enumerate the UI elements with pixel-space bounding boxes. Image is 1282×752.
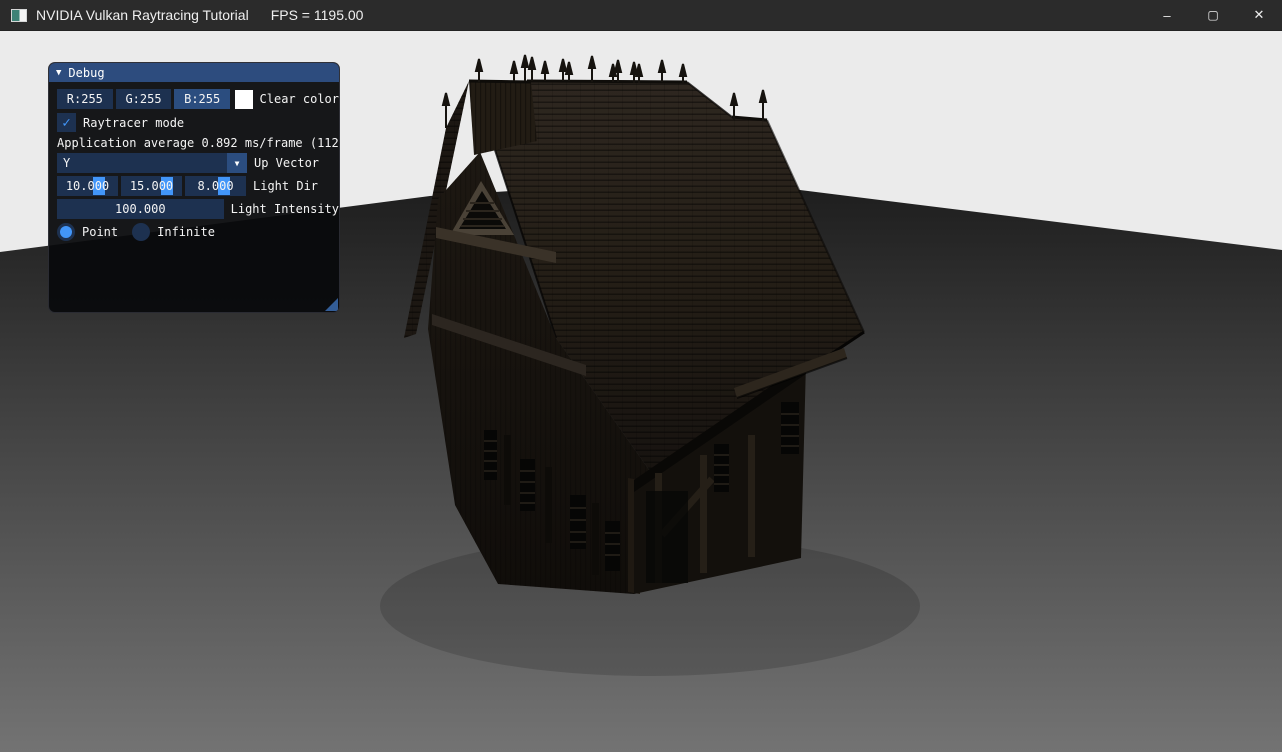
panel-titlebar[interactable]: ▼ Debug bbox=[49, 63, 339, 82]
light-dir-z-value: 8.000 bbox=[197, 179, 233, 193]
clear-color-row: R:255 G:255 B:255 Clear color bbox=[57, 89, 339, 109]
fps-label: FPS = 1195.00 bbox=[271, 7, 364, 23]
clear-color-b-value: B:255 bbox=[184, 92, 220, 106]
collapse-arrow-icon[interactable]: ▼ bbox=[56, 68, 61, 78]
light-intensity-label: Light Intensity bbox=[231, 202, 339, 216]
radio-point[interactable]: Point bbox=[57, 223, 118, 241]
combo-arrow-icon[interactable]: ▼ bbox=[227, 153, 247, 173]
stats-text: Application average 0.892 ms/frame (1120 bbox=[57, 136, 339, 150]
window-titlebar[interactable]: NVIDIA Vulkan Raytracing Tutorial FPS = … bbox=[0, 0, 1282, 31]
up-vector-row: Y ▼ Up Vector bbox=[57, 153, 339, 173]
light-intensity-slider[interactable]: 100.000 bbox=[57, 199, 224, 219]
light-dir-label: Light Dir bbox=[253, 179, 318, 193]
resize-grip[interactable] bbox=[325, 298, 338, 311]
panel-title: Debug bbox=[68, 66, 104, 80]
radio-infinite-label: Infinite bbox=[157, 225, 215, 239]
raytracer-checkbox[interactable]: ✓ bbox=[57, 113, 76, 132]
light-dir-z-drag[interactable]: 8.000 bbox=[185, 176, 246, 196]
light-dir-row: 10.000 15.000 8.000 Light Dir bbox=[57, 176, 339, 196]
light-dir-x-drag[interactable]: 10.000 bbox=[57, 176, 118, 196]
light-type-row: Point Infinite bbox=[57, 223, 339, 241]
radio-infinite[interactable]: Infinite bbox=[132, 223, 215, 241]
right-wall-recess bbox=[646, 491, 688, 583]
light-dir-y-value: 15.000 bbox=[130, 179, 173, 193]
debug-panel: ▼ Debug R:255 G:255 B:255 Clear color ✓ … bbox=[48, 62, 340, 313]
clear-color-label: Clear color bbox=[260, 92, 339, 106]
up-vector-label: Up Vector bbox=[254, 156, 319, 170]
combo-value: Y bbox=[63, 156, 70, 170]
clear-color-r-drag[interactable]: R:255 bbox=[57, 89, 113, 109]
raytracer-label: Raytracer mode bbox=[83, 116, 184, 130]
checkmark-icon: ✓ bbox=[62, 116, 70, 130]
radio-infinite-circle[interactable] bbox=[132, 223, 150, 241]
light-dir-x-value: 10.000 bbox=[66, 179, 109, 193]
light-intensity-row: 100.000 Light Intensity bbox=[57, 199, 339, 219]
minimize-button[interactable]: – bbox=[1144, 0, 1190, 30]
clear-color-swatch[interactable] bbox=[235, 90, 253, 109]
clear-color-b-drag[interactable]: B:255 bbox=[174, 89, 230, 109]
clear-color-r-value: R:255 bbox=[67, 92, 103, 106]
up-vector-combo[interactable]: Y ▼ bbox=[57, 153, 247, 173]
window-title: NVIDIA Vulkan Raytracing Tutorial bbox=[36, 7, 249, 23]
radio-point-label: Point bbox=[82, 225, 118, 239]
light-intensity-value: 100.000 bbox=[115, 202, 166, 216]
raytracer-row: ✓ Raytracer mode bbox=[57, 113, 339, 132]
clear-color-g-drag[interactable]: G:255 bbox=[116, 89, 172, 109]
house bbox=[404, 55, 864, 594]
radio-point-circle[interactable] bbox=[57, 223, 75, 241]
app-icon bbox=[11, 9, 27, 22]
light-dir-y-drag[interactable]: 15.000 bbox=[121, 176, 182, 196]
window-controls: – ▢ ✕ bbox=[1144, 0, 1282, 30]
maximize-button[interactable]: ▢ bbox=[1190, 0, 1236, 30]
clear-color-g-value: G:255 bbox=[125, 92, 161, 106]
close-button[interactable]: ✕ bbox=[1236, 0, 1282, 30]
